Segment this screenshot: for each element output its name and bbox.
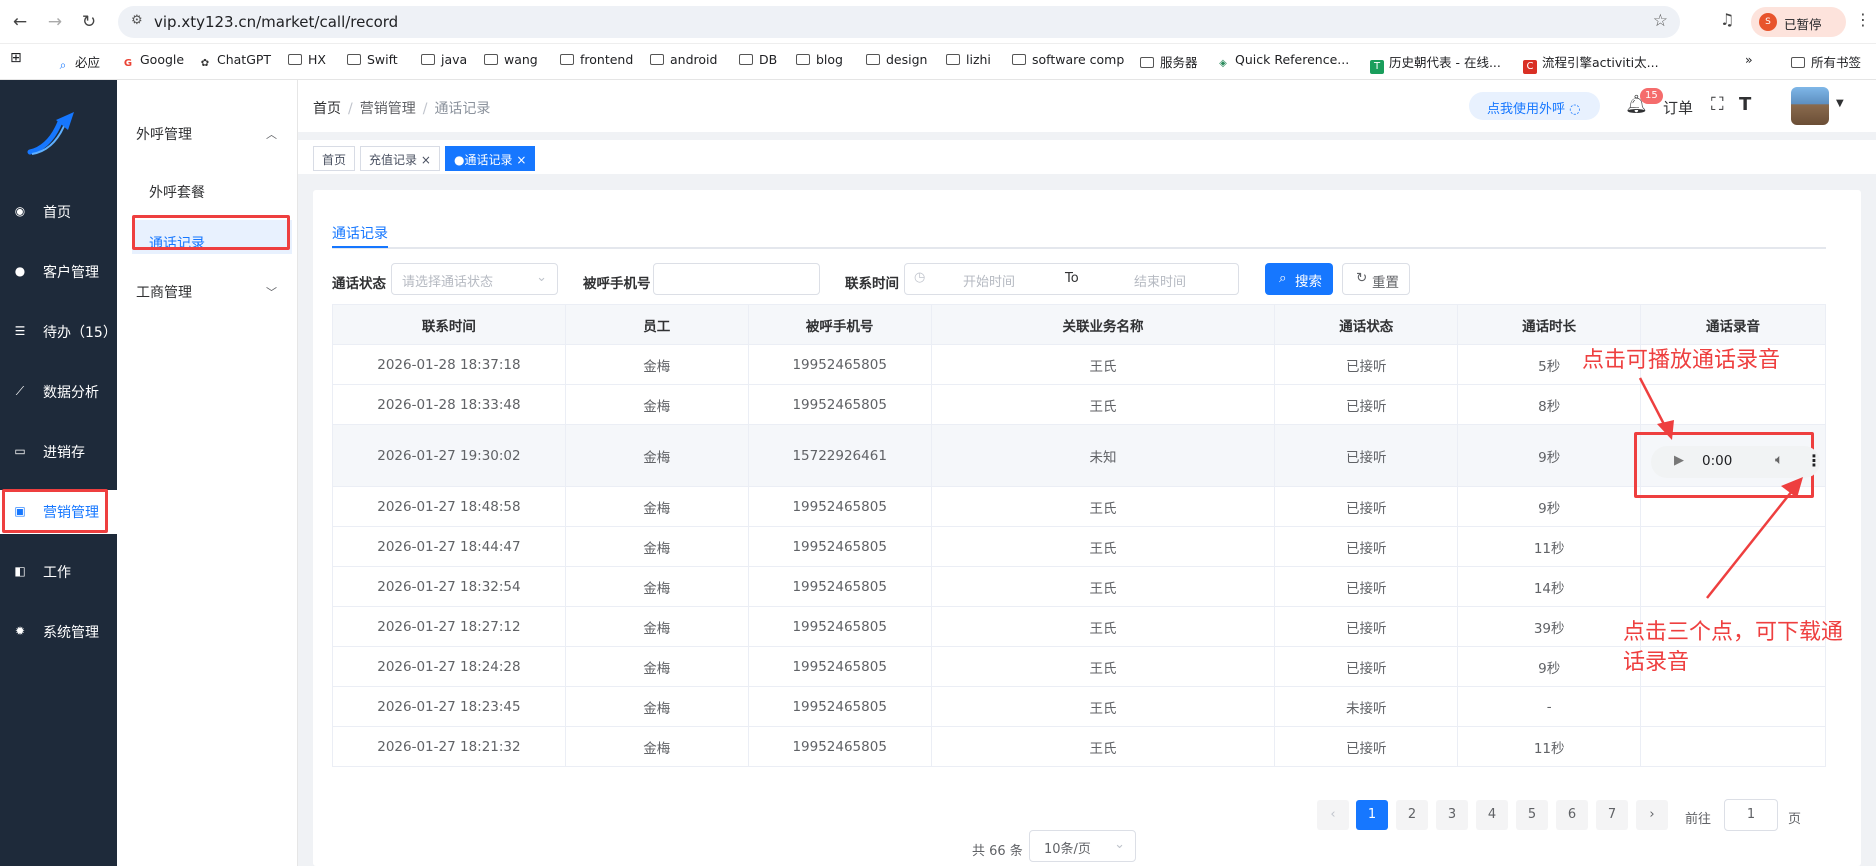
annotation-play-note: 点击可播放通话录音: [1582, 348, 1781, 373]
annotation-arrows: [1638, 377, 1803, 599]
arrowhead-play: [1657, 420, 1674, 440]
arrowhead-download: [1781, 477, 1803, 498]
annotation-download-note-1: 点击三个点，可下载通: [1623, 620, 1844, 645]
annotation-download-note-2: 话录音: [1623, 650, 1690, 675]
arrow-download: [1706, 485, 1797, 599]
